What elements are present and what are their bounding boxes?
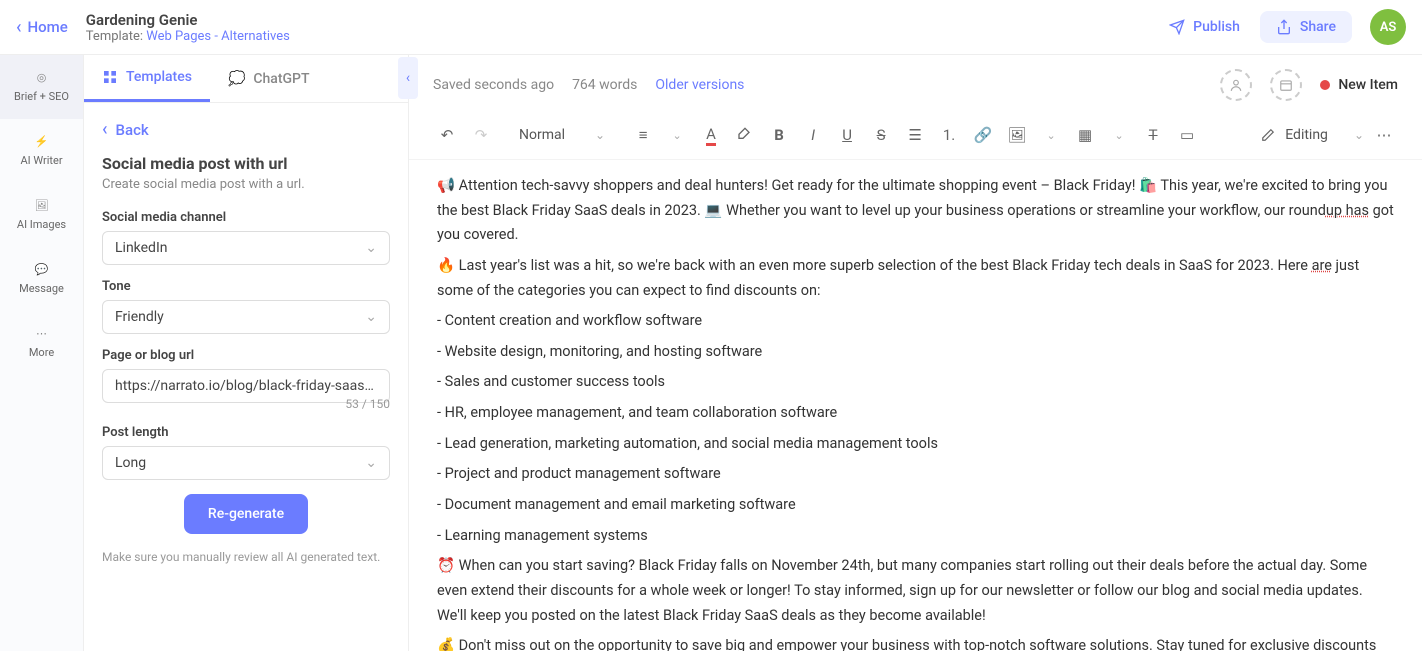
chevron-down-icon: ⌄ — [365, 455, 377, 471]
image-button[interactable]: 🖼 — [1003, 121, 1031, 149]
list-item[interactable]: - Content creation and workflow software — [437, 309, 1394, 334]
title-block: Gardening Genie Template: Web Pages - Al… — [86, 11, 290, 44]
editing-mode-select[interactable]: Editing ⌄ — [1261, 127, 1364, 143]
saved-status: Saved seconds ago — [433, 77, 554, 93]
channel-select[interactable]: LinkedIn ⌄ — [102, 231, 390, 265]
align-chevron-icon[interactable]: ⌄ — [663, 121, 691, 149]
list-item[interactable]: - Sales and customer success tools — [437, 370, 1394, 395]
tone-label: Tone — [102, 279, 390, 294]
italic-button[interactable]: I — [799, 121, 827, 149]
side-rail: ◎ Brief + SEO ⚡ AI Writer 🖼 AI Images 💬 … — [0, 55, 84, 651]
bolt-icon: ⚡ — [35, 135, 49, 148]
tab-templates[interactable]: Templates — [84, 55, 210, 102]
template-subtitle: Template: Web Pages - Alternatives — [86, 29, 290, 44]
add-date-button[interactable] — [1270, 69, 1302, 101]
list-item[interactable]: - Website design, monitoring, and hostin… — [437, 340, 1394, 365]
pencil-icon — [1261, 128, 1275, 142]
panel-description: Create social media post with a url. — [102, 177, 390, 192]
link-button[interactable]: 🔗 — [969, 121, 997, 149]
project-title: Gardening Genie — [86, 11, 290, 29]
rail-ai-images[interactable]: 🖼 AI Images — [0, 183, 83, 247]
list-item[interactable]: - Lead generation, marketing automation,… — [437, 432, 1394, 457]
highlight-button[interactable] — [731, 121, 759, 149]
target-icon: ◎ — [37, 71, 47, 84]
regenerate-button[interactable]: Re-generate — [184, 494, 308, 534]
home-link[interactable]: ‹ Home — [16, 17, 68, 38]
share-button[interactable]: Share — [1260, 11, 1352, 43]
strike-button[interactable]: S — [867, 121, 895, 149]
chevron-down-icon: ⌄ — [595, 128, 605, 142]
length-select[interactable]: Long ⌄ — [102, 446, 390, 480]
back-button[interactable]: ‹ Back — [102, 119, 390, 140]
editor-toolbar: ↶ ↷ Normal ⌄ ≡ ⌄ A B I U S ☰ 1. 🔗 🖼 ⌄ ▦ … — [409, 115, 1422, 160]
home-label: Home — [28, 18, 68, 36]
list-item[interactable]: - HR, employee management, and team coll… — [437, 401, 1394, 426]
chevron-down-icon: ⌄ — [365, 240, 377, 256]
chevron-left-icon: ‹ — [16, 17, 22, 38]
template-link[interactable]: Web Pages - Alternatives — [146, 29, 290, 44]
spell-error: are — [1312, 257, 1332, 274]
older-versions-link[interactable]: Older versions — [655, 77, 744, 93]
note-button[interactable]: ▭ — [1173, 121, 1201, 149]
publish-button[interactable]: Publish — [1169, 19, 1240, 35]
table-chevron-icon[interactable]: ⌄ — [1105, 121, 1133, 149]
spell-error: up has — [1326, 202, 1369, 219]
chevron-down-icon: ⌄ — [1354, 128, 1364, 142]
disclaimer-text: Make sure you manually review all AI gen… — [102, 548, 390, 566]
templates-icon — [102, 69, 118, 85]
chevron-down-icon: ⌄ — [365, 309, 377, 325]
left-panel: Templates 💭 ChatGPT ‹ ‹ Back Social medi… — [84, 55, 409, 651]
chat-icon: 💬 — [35, 263, 49, 276]
editor-area: Saved seconds ago 764 words Older versio… — [409, 55, 1422, 651]
rail-brief-seo[interactable]: ◎ Brief + SEO — [0, 55, 83, 119]
collapse-panel-button[interactable]: ‹ — [398, 57, 418, 99]
calendar-icon — [1279, 78, 1293, 92]
bullet-list-button[interactable]: ☰ — [901, 121, 929, 149]
undo-button[interactable]: ↶ — [433, 121, 461, 149]
tab-chatgpt[interactable]: 💭 ChatGPT — [210, 55, 328, 102]
channel-label: Social media channel — [102, 210, 390, 225]
text-color-button[interactable]: A — [697, 121, 725, 149]
list-item[interactable]: - Document management and email marketin… — [437, 493, 1394, 518]
user-avatar[interactable]: AS — [1370, 9, 1406, 45]
length-label: Post length — [102, 425, 390, 440]
share-icon — [1276, 19, 1292, 35]
format-select[interactable]: Normal ⌄ — [509, 123, 615, 147]
person-icon — [1229, 78, 1243, 92]
number-list-button[interactable]: 1. — [935, 121, 963, 149]
status-dot-icon — [1320, 80, 1330, 90]
word-count: 764 words — [572, 77, 637, 93]
underline-button[interactable]: U — [833, 121, 861, 149]
status-badge[interactable]: New Item — [1320, 77, 1398, 93]
rail-ai-writer[interactable]: ⚡ AI Writer — [0, 119, 83, 183]
url-label: Page or blog url — [102, 348, 390, 363]
table-button[interactable]: ▦ — [1071, 121, 1099, 149]
paragraph[interactable]: 🔥 Last year's list was a hit, so we're b… — [437, 254, 1394, 303]
redo-button[interactable]: ↷ — [467, 121, 495, 149]
list-item[interactable]: - Project and product management softwar… — [437, 462, 1394, 487]
align-button[interactable]: ≡ — [629, 121, 657, 149]
image-icon: 🖼 — [35, 199, 49, 212]
rail-more[interactable]: ⋯ More — [0, 311, 83, 375]
chevron-left-icon: ‹ — [102, 119, 108, 140]
clear-format-button[interactable]: T — [1139, 121, 1167, 149]
paragraph[interactable]: 📢 Attention tech-savvy shoppers and deal… — [437, 174, 1394, 248]
list-item[interactable]: - Learning management systems — [437, 524, 1394, 549]
chatgpt-icon: 💭 — [228, 71, 245, 87]
more-menu-button[interactable]: ⋯ — [1370, 121, 1398, 149]
add-assignee-button[interactable] — [1220, 69, 1252, 101]
image-chevron-icon[interactable]: ⌄ — [1037, 121, 1065, 149]
tone-select[interactable]: Friendly ⌄ — [102, 300, 390, 334]
panel-title: Social media post with url — [102, 154, 390, 173]
paragraph[interactable]: 💰 Don't miss out on the opportunity to s… — [437, 634, 1394, 651]
more-icon: ⋯ — [36, 327, 47, 340]
rail-message[interactable]: 💬 Message — [0, 247, 83, 311]
highlight-icon — [737, 127, 753, 143]
bold-button[interactable]: B — [765, 121, 793, 149]
editor-content[interactable]: 📢 Attention tech-savvy shoppers and deal… — [409, 160, 1422, 651]
paragraph[interactable]: ⏰ When can you start saving? Black Frida… — [437, 554, 1394, 628]
publish-icon — [1169, 19, 1185, 35]
